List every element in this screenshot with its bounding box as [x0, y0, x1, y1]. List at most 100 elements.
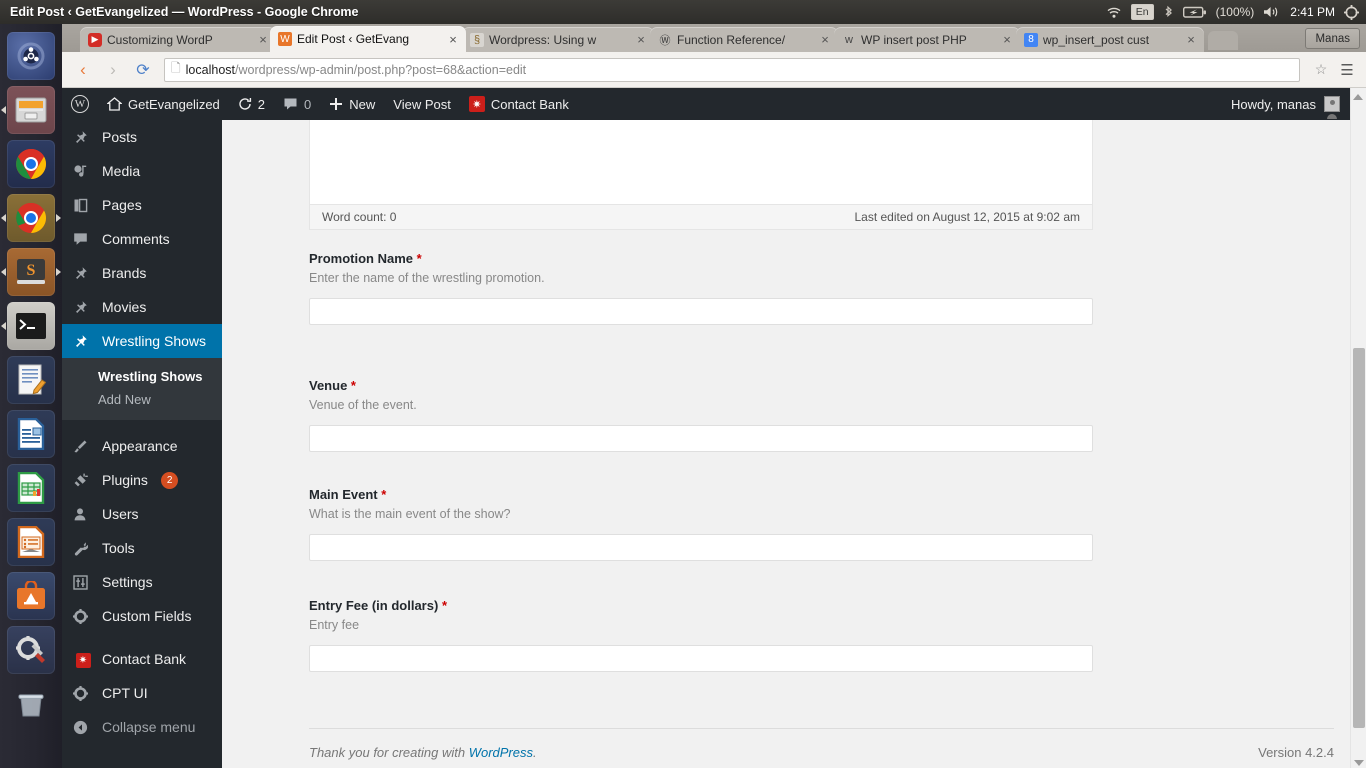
- close-icon[interactable]: ×: [1184, 32, 1198, 47]
- site-name-label: GetEvangelized: [128, 96, 220, 112]
- field-label: Venue *: [309, 378, 1093, 393]
- back-button[interactable]: ‹: [70, 57, 96, 83]
- pin-icon: [73, 130, 93, 145]
- browser-tab[interactable]: § Wordpress: Using w ×: [462, 27, 654, 52]
- new-tab-button[interactable]: [1208, 31, 1238, 50]
- sidebar-item-plugins[interactable]: Plugins 2: [62, 463, 222, 497]
- wp-admin-menu: Posts Media Pages Comments Brands Movies…: [62, 120, 222, 768]
- sidebar-item-wrestling-shows[interactable]: Wrestling Shows: [62, 324, 222, 358]
- collapse-menu-button[interactable]: Collapse menu: [62, 710, 222, 744]
- sidebar-item-brands[interactable]: Brands: [62, 256, 222, 290]
- sidebar-item-contact-bank[interactable]: ✷ Contact Bank: [62, 642, 222, 676]
- libreoffice-calc-icon[interactable]: [7, 464, 55, 512]
- field-title: Entry Fee (in dollars): [309, 598, 439, 613]
- browser-tab[interactable]: Ⓦ Function Reference/ ×: [650, 27, 838, 52]
- sidebar-item-cpt-ui[interactable]: CPT UI: [62, 676, 222, 710]
- close-icon[interactable]: ×: [634, 32, 648, 47]
- close-icon[interactable]: ×: [256, 32, 270, 47]
- address-bar[interactable]: 🗋 localhost/wordpress/wp-admin/post.php?…: [164, 57, 1300, 82]
- trash-icon[interactable]: [7, 680, 55, 728]
- clock[interactable]: 2:41 PM: [1290, 5, 1335, 19]
- sidebar-item-label: Posts: [102, 129, 138, 145]
- battery-icon[interactable]: [1182, 6, 1207, 19]
- field-title: Venue: [309, 378, 348, 393]
- browser-tab[interactable]: w WP insert post PHP ×: [834, 27, 1020, 52]
- chrome-menu-icon[interactable]: ☰: [1336, 61, 1358, 79]
- sidebar-item-label: Media: [102, 163, 141, 179]
- terminal-icon[interactable]: [1, 302, 55, 350]
- browser-tab[interactable]: ▶ Customizing WordP ×: [80, 27, 276, 52]
- new-content-menu[interactable]: New: [320, 88, 384, 120]
- field-description: Entry fee: [309, 618, 360, 632]
- sidebar-item-appearance[interactable]: Appearance: [62, 429, 222, 463]
- chrome-window: ▶ Customizing WordP × W Edit Post ‹ GetE…: [62, 24, 1366, 768]
- my-account-menu[interactable]: Howdy, manas: [1231, 96, 1350, 119]
- page-scrollbar[interactable]: [1350, 88, 1366, 768]
- close-icon[interactable]: ×: [1000, 32, 1014, 47]
- sidebar-item-pages[interactable]: Pages: [62, 188, 222, 222]
- submenu-item-wrestling-shows[interactable]: Wrestling Shows: [62, 365, 222, 388]
- session-gear-icon[interactable]: [1344, 4, 1359, 20]
- scroll-up-arrow-icon[interactable]: [1353, 94, 1363, 100]
- chrome-canary-icon[interactable]: [1, 194, 61, 242]
- close-icon[interactable]: ×: [446, 32, 460, 47]
- metabox-promotion-name: Promotion Name * Enter the name of the w…: [309, 251, 1093, 325]
- chrome-icon[interactable]: [7, 140, 55, 188]
- page-info-icon[interactable]: 🗋: [171, 59, 181, 80]
- reload-button[interactable]: ⟳: [130, 57, 156, 83]
- venue-input[interactable]: [309, 425, 1093, 452]
- comment-icon: [283, 97, 298, 111]
- view-post-link[interactable]: View Post: [384, 88, 460, 120]
- browser-tab-active[interactable]: W Edit Post ‹ GetEvang ×: [270, 26, 466, 52]
- close-icon[interactable]: ×: [818, 32, 832, 47]
- pages-icon: [73, 198, 93, 213]
- forward-button[interactable]: ›: [100, 57, 126, 83]
- ubuntu-dash-icon[interactable]: [7, 32, 55, 80]
- sublime-text-icon[interactable]: S: [1, 248, 61, 296]
- sidebar-item-custom-fields[interactable]: Custom Fields: [62, 599, 222, 633]
- comments-menu[interactable]: 0: [274, 88, 320, 120]
- bookmark-star-icon[interactable]: ☆: [1310, 61, 1332, 78]
- post-editor-textarea[interactable]: [310, 120, 1092, 204]
- field-label: Entry Fee (in dollars) *: [309, 598, 1093, 613]
- scrollbar-thumb[interactable]: [1353, 348, 1365, 728]
- entry-fee-input[interactable]: [309, 645, 1093, 672]
- text-editor-icon[interactable]: [7, 356, 55, 404]
- profile-button[interactable]: Manas: [1305, 28, 1360, 49]
- main-event-input[interactable]: [309, 534, 1093, 561]
- browser-tab[interactable]: 8 wp_insert_post cust ×: [1016, 27, 1204, 52]
- sidebar-item-media[interactable]: Media: [62, 154, 222, 188]
- wordpress-link[interactable]: WordPress: [469, 745, 533, 760]
- unity-top-panel: Edit Post ‹ GetEvangelized — WordPress -…: [0, 0, 1366, 24]
- contact-bank-menu[interactable]: ✷ Contact Bank: [460, 88, 578, 120]
- tab-title: Customizing WordP: [107, 32, 213, 47]
- sidebar-item-settings[interactable]: Settings: [62, 565, 222, 599]
- sidebar-item-posts[interactable]: Posts: [62, 120, 222, 154]
- sidebar-item-label: CPT UI: [102, 685, 148, 701]
- window-title: Edit Post ‹ GetEvangelized — WordPress -…: [10, 5, 359, 19]
- scroll-down-arrow-icon[interactable]: [1354, 760, 1364, 766]
- libreoffice-impress-icon[interactable]: [7, 518, 55, 566]
- volume-icon[interactable]: [1263, 5, 1281, 19]
- sidebar-item-comments[interactable]: Comments: [62, 222, 222, 256]
- promotion-name-input[interactable]: [309, 298, 1093, 325]
- field-description: Enter the name of the wrestling promotio…: [309, 271, 545, 285]
- w-icon: w: [845, 33, 853, 46]
- sidebar-item-movies[interactable]: Movies: [62, 290, 222, 324]
- wp-logo-menu[interactable]: W: [62, 88, 98, 120]
- url-path: /wordpress/wp-admin/post.php?post=68&act…: [235, 62, 527, 77]
- sidebar-item-users[interactable]: Users: [62, 497, 222, 531]
- wifi-icon[interactable]: [1106, 6, 1122, 19]
- ubuntu-software-icon[interactable]: [7, 572, 55, 620]
- files-icon[interactable]: [1, 86, 55, 134]
- submenu-item-add-new[interactable]: Add New: [62, 388, 222, 411]
- wp-admin-bar: W GetEvangelized 2 0 New View Post ✷ Con…: [62, 88, 1350, 120]
- system-settings-icon[interactable]: [7, 626, 55, 674]
- bluetooth-icon[interactable]: [1163, 5, 1174, 20]
- keyboard-layout-indicator[interactable]: En: [1130, 3, 1154, 21]
- sidebar-item-tools[interactable]: Tools: [62, 531, 222, 565]
- site-name-menu[interactable]: GetEvangelized: [98, 88, 229, 120]
- libreoffice-writer-icon[interactable]: [7, 410, 55, 458]
- updates-menu[interactable]: 2: [229, 88, 274, 120]
- youtube-icon: ▶: [88, 32, 102, 47]
